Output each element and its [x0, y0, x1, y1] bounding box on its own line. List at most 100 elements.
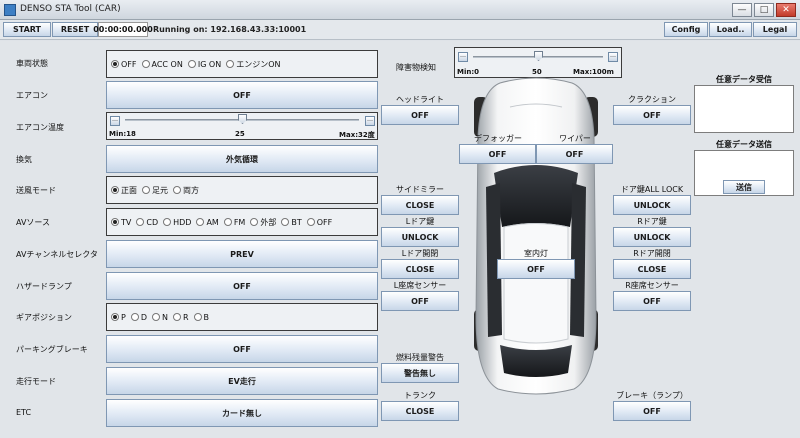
any-receive-textarea[interactable] — [694, 85, 794, 133]
radio-av-external[interactable]: 外部 — [250, 217, 276, 228]
right-seat-sensor-label: R座席センサー — [625, 281, 679, 290]
aircon-temp-decrement[interactable]: … — [110, 116, 120, 126]
radio-vehicle-acc[interactable]: ACC ON — [141, 60, 183, 69]
radio-av-bt[interactable]: BT — [281, 218, 302, 227]
right-door-key-label: Rドア鍵 — [637, 217, 667, 226]
right-door-open-button[interactable]: CLOSE — [613, 259, 691, 279]
aircon-label: エアコン — [16, 91, 48, 100]
hazard-button[interactable]: OFF — [106, 272, 378, 300]
wiper-button[interactable]: OFF — [536, 144, 613, 164]
ventilation-label: 換気 — [16, 155, 32, 164]
slider-max-label: Max:32度 — [339, 131, 375, 139]
radio-gear-r[interactable]: R — [172, 313, 189, 322]
aircon-button[interactable]: OFF — [106, 81, 378, 109]
timer-display: 00:00:00.000 — [93, 22, 153, 37]
obstacle-decrement[interactable]: … — [458, 52, 468, 62]
aircon-temp-increment[interactable]: … — [365, 116, 375, 126]
radio-av-cd[interactable]: CD — [136, 218, 158, 227]
radio-gear-b[interactable]: B — [193, 313, 209, 322]
aircon-temp-slider: … … Min:18 25 Max:32度 — [106, 112, 378, 140]
reset-button[interactable]: RESET — [52, 22, 98, 37]
obstacle-increment[interactable]: … — [608, 52, 618, 62]
radio-dot — [141, 60, 150, 68]
radio-airflow-feet[interactable]: 足元 — [142, 185, 168, 196]
radio-gear-d[interactable]: D — [130, 313, 147, 322]
send-button[interactable]: 送信 — [723, 180, 765, 194]
right-door-key-button[interactable]: UNLOCK — [613, 227, 691, 247]
start-button[interactable]: START — [3, 22, 51, 37]
av-channel-label: AVチャンネルセレクタ — [16, 250, 98, 259]
radio-dot — [130, 313, 139, 321]
radio-dot — [111, 60, 119, 68]
etc-button[interactable]: カード無し — [106, 399, 378, 427]
side-mirror-button[interactable]: CLOSE — [381, 195, 459, 215]
slider-value-label: 25 — [235, 130, 245, 138]
horn-label: クラクション — [628, 95, 676, 104]
defogger-button[interactable]: OFF — [459, 144, 536, 164]
right-seat-sensor-button[interactable]: OFF — [613, 291, 691, 311]
close-button[interactable]: ✕ — [776, 3, 796, 17]
fuel-warning-button[interactable]: 警告無し — [381, 363, 459, 383]
radio-dot — [281, 218, 290, 226]
trunk-label: トランク — [404, 391, 436, 400]
toolbar: START RESET 00:00:00.000 Running on: 192… — [0, 20, 800, 40]
minimize-button[interactable]: — — [732, 3, 752, 17]
left-seat-sensor-button[interactable]: OFF — [381, 291, 459, 311]
radio-av-off[interactable]: OFF — [306, 218, 332, 227]
obstacle-slider: … … Min:0 50 Max:100m — [454, 47, 622, 78]
maximize-button[interactable]: □ — [754, 3, 774, 17]
brake-lamp-label: ブレーキ（ランプ） — [616, 391, 688, 400]
config-button[interactable]: Config — [664, 22, 708, 37]
radio-dot — [152, 313, 160, 321]
left-door-key-button[interactable]: UNLOCK — [381, 227, 459, 247]
ventilation-button[interactable]: 外気循環 — [106, 145, 378, 173]
parking-brake-button[interactable]: OFF — [106, 335, 378, 363]
horn-button[interactable]: OFF — [613, 105, 691, 125]
radio-dot — [226, 60, 235, 68]
airflow-mode-radio-group: 正面 足元 両方 — [106, 176, 378, 204]
slider-thumb[interactable] — [238, 114, 247, 124]
left-seat-sensor-label: L座席センサー — [393, 281, 447, 290]
trunk-button[interactable]: CLOSE — [381, 401, 459, 421]
radio-vehicle-off[interactable]: OFF — [111, 60, 137, 69]
door-lock-all-button[interactable]: UNLOCK — [613, 195, 691, 215]
av-channel-button[interactable]: PREV — [106, 240, 378, 268]
car-illustration — [470, 77, 602, 395]
room-light-label: 室内灯 — [524, 249, 548, 258]
hazard-label: ハザードランプ — [16, 282, 72, 291]
radio-av-fm[interactable]: FM — [223, 218, 245, 227]
room-light-button[interactable]: OFF — [497, 259, 575, 279]
side-mirror-label: サイドミラー — [396, 185, 444, 194]
etc-label: ETC — [16, 408, 32, 417]
slider-thumb[interactable] — [534, 51, 543, 61]
vehicle-state-radio-group: OFF ACC ON IG ON エンジンON — [106, 50, 378, 78]
headlight-label: ヘッドライト — [396, 95, 444, 104]
av-source-label: AVソース — [16, 218, 51, 227]
fuel-warning-label: 燃料残量警告 — [396, 353, 444, 362]
radio-dot — [142, 186, 150, 194]
radio-dot — [172, 313, 181, 321]
radio-av-am[interactable]: AM — [196, 218, 219, 227]
headlight-button[interactable]: OFF — [381, 105, 459, 125]
radio-dot — [196, 218, 205, 226]
load-button[interactable]: Load.. — [709, 22, 752, 37]
window-titlebar: DENSO STA Tool (CAR) — □ ✕ — [0, 0, 800, 20]
left-door-open-button[interactable]: CLOSE — [381, 259, 459, 279]
radio-av-tv[interactable]: TV — [111, 218, 131, 227]
radio-dot — [187, 60, 196, 68]
radio-gear-p[interactable]: P — [111, 313, 126, 322]
radio-airflow-both[interactable]: 両方 — [173, 185, 199, 196]
radio-airflow-front[interactable]: 正面 — [111, 185, 137, 196]
window-title: DENSO STA Tool (CAR) — [20, 4, 121, 14]
legal-button[interactable]: Legal — [753, 22, 797, 37]
drive-mode-button[interactable]: EV走行 — [106, 367, 378, 395]
radio-gear-n[interactable]: N — [152, 313, 168, 322]
left-door-open-label: Lドア開閉 — [401, 249, 439, 258]
aircon-temp-label: エアコン温度 — [16, 123, 64, 132]
radio-vehicle-engine[interactable]: エンジンON — [226, 59, 281, 70]
radio-dot — [111, 186, 119, 194]
radio-dot — [136, 218, 145, 226]
radio-vehicle-ig[interactable]: IG ON — [187, 60, 221, 69]
brake-lamp-button[interactable]: OFF — [613, 401, 691, 421]
radio-av-hdd[interactable]: HDD — [163, 218, 191, 227]
